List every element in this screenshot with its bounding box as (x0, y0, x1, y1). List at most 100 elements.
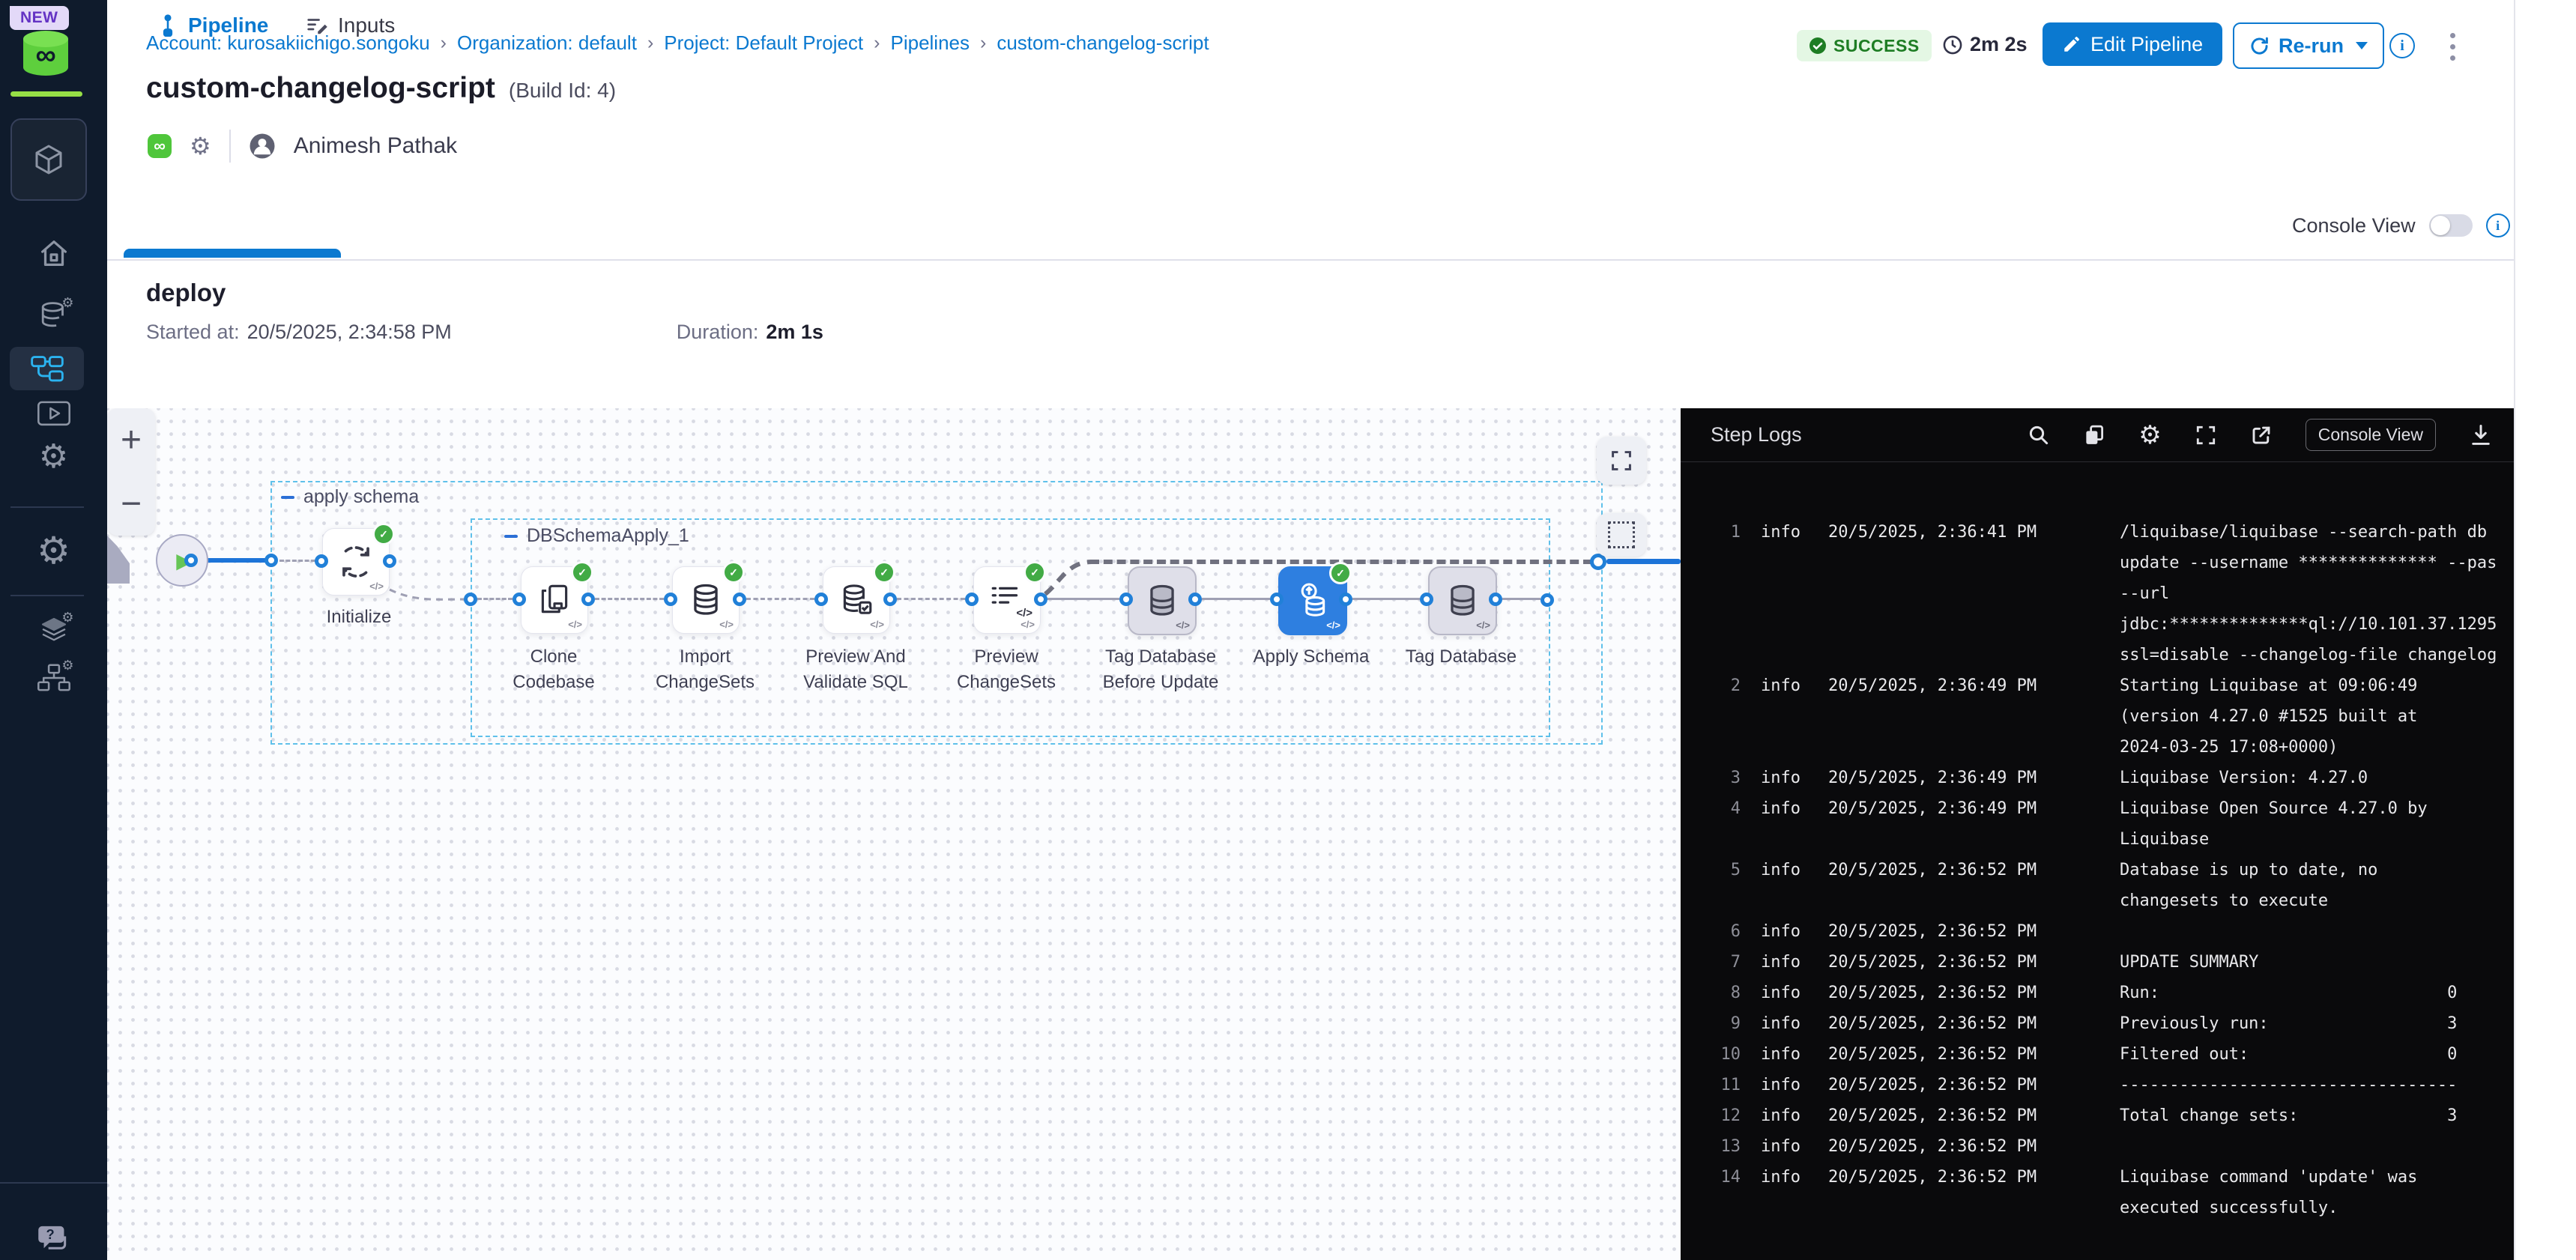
breadcrumb-separator: › (874, 32, 880, 54)
pipeline-tab-icon (157, 14, 178, 37)
node-label: Clone Codebase (483, 644, 625, 695)
status-text: SUCCESS (1833, 36, 1920, 56)
inputs-tab-icon (306, 14, 328, 37)
connector-dot (264, 554, 278, 567)
log-line: 7 info 20/5/2025, 2:36:52 PM UPDATE SUMM… (1681, 947, 2514, 978)
log-message: Previously run: 3 (2120, 1008, 2514, 1039)
zoom-in-button[interactable]: + (107, 408, 155, 472)
fullscreen-icon[interactable] (2195, 424, 2217, 446)
started-at-value: 20/5/2025, 2:34:58 PM (247, 321, 452, 344)
node-tag-database[interactable]: </> (1428, 566, 1497, 635)
log-level: info (1761, 947, 1813, 978)
play-icon: ▶ (109, 1241, 120, 1257)
new-badge: NEW (10, 6, 69, 30)
build-id: (Build Id: 4) (509, 79, 616, 102)
node-apply-schema-selected[interactable]: ✓ </> (1278, 566, 1347, 635)
breadcrumb-organization[interactable]: Organization: default (457, 31, 637, 55)
log-message: /liquibase/liquibase --search-path db up… (2120, 517, 2514, 670)
download-icon[interactable] (2469, 423, 2493, 447)
log-line-number: 5 (1681, 855, 1741, 885)
stage-start-node[interactable]: ▶ (156, 534, 208, 587)
console-view-button[interactable]: Console View (2306, 419, 2436, 451)
breadcrumb-project[interactable]: Project: Default Project (664, 31, 863, 55)
log-level: info (1761, 763, 1813, 793)
log-timestamp: 20/5/2025, 2:36:52 PM (1828, 1039, 2105, 1070)
log-line-number: 11 (1681, 1070, 1741, 1100)
infrastructure-network-icon[interactable]: ⚙ (0, 662, 107, 694)
node-clone-codebase[interactable]: ✓ </> (521, 566, 588, 634)
rerun-button[interactable]: Re-run (2233, 22, 2384, 69)
node-preview-validate-sql[interactable]: ✓ </> (823, 566, 890, 634)
search-icon[interactable] (2028, 424, 2050, 446)
breadcrumb-separator: › (441, 32, 447, 54)
info-icon[interactable]: i (2486, 213, 2510, 237)
pipelines-icon (31, 355, 64, 382)
gear-icon[interactable]: ⚙ (190, 132, 211, 160)
log-message: UPDATE SUMMARY (2120, 947, 2514, 978)
breadcrumb-current[interactable]: custom-changelog-script (997, 31, 1209, 55)
edit-pipeline-label: Edit Pipeline (2090, 33, 2203, 56)
node-preview-changesets[interactable]: </> ✓ </> (973, 566, 1041, 634)
log-timestamp: 20/5/2025, 2:36:52 PM (1828, 947, 2105, 978)
log-line-number: 1 (1681, 517, 1741, 548)
node-tag-database-before-update[interactable]: </> (1128, 566, 1197, 635)
log-message: Total change sets: 3 (2120, 1100, 2514, 1131)
breadcrumb-pipelines[interactable]: Pipelines (890, 31, 970, 55)
log-level: info (1761, 916, 1813, 947)
database-icon (1143, 582, 1181, 620)
triggers-cog-icon[interactable]: ⚙ (0, 440, 107, 473)
zoom-controls: + − (107, 408, 155, 536)
layers-settings-icon[interactable]: ⚙ (0, 614, 107, 646)
zoom-out-button[interactable]: − (107, 472, 155, 536)
settings-gear-icon[interactable]: ⚙ (0, 532, 107, 569)
log-level: info (1761, 517, 1813, 548)
log-settings-gear-icon[interactable]: ⚙ (2138, 422, 2161, 448)
connector-dot (1420, 593, 1433, 606)
help-chat-icon[interactable]: ? (0, 1224, 107, 1254)
author-name: Animesh Pathak (294, 133, 457, 159)
home-icon[interactable] (0, 236, 107, 270)
clock-icon (1942, 34, 1963, 55)
marquee-select-button[interactable] (1597, 513, 1646, 557)
connector-dot (883, 593, 897, 606)
cd-module-icon: ∞ (148, 134, 172, 158)
page-title: custom-changelog-script(Build Id: 4) (146, 72, 616, 105)
external-link-icon[interactable] (2250, 424, 2273, 446)
node-initialize[interactable]: ✓ </> (322, 528, 390, 596)
refresh-icon (2249, 36, 2270, 56)
tab-inputs[interactable]: Inputs (306, 13, 395, 37)
breadcrumb-separator: › (647, 32, 653, 54)
node-import-changesets[interactable]: ✓ </> (672, 566, 740, 634)
log-level: info (1761, 1131, 1813, 1162)
executions-icon[interactable] (0, 399, 107, 430)
copy-icon[interactable] (2083, 424, 2105, 446)
log-message: Liquibase Version: 4.27.0 (2120, 763, 2514, 793)
console-view-toggle[interactable] (2429, 214, 2473, 237)
kebab-menu-icon[interactable] (2447, 30, 2458, 64)
edit-pipeline-button[interactable]: Edit Pipeline (2043, 22, 2222, 66)
harness-db-devops-logo-icon[interactable]: ∞ (21, 30, 70, 76)
connector-dot (315, 554, 328, 568)
tab-pipeline[interactable]: Pipeline (157, 13, 268, 37)
sidebar-item-pipelines-active[interactable] (10, 347, 84, 390)
collapse-minus-icon[interactable] (281, 496, 294, 499)
connector-dot (1188, 593, 1202, 606)
status-badge: SUCCESS (1797, 30, 1932, 61)
database-check-icon (838, 581, 875, 619)
sync-icon (336, 542, 376, 582)
canvas-corner-handle[interactable]: ▶ (107, 536, 130, 584)
database-upload-icon (1293, 581, 1332, 620)
info-icon[interactable]: i (2389, 33, 2415, 58)
sidebar-divider (10, 506, 84, 508)
script-tag-icon: </> (1326, 620, 1340, 631)
log-timestamp: 20/5/2025, 2:36:41 PM (1828, 517, 2105, 548)
mini-gear-icon: ⚙ (61, 610, 73, 626)
fullscreen-canvas-button[interactable] (1597, 437, 1646, 485)
script-tag-icon: </> (1176, 620, 1190, 631)
database-settings-icon[interactable]: ⚙ (0, 300, 107, 334)
collapse-minus-icon[interactable] (504, 535, 518, 538)
module-selector-cube-icon[interactable] (10, 118, 87, 201)
divider (229, 130, 231, 163)
pipeline-canvas[interactable]: apply schema DBSchemaApply_1 ▶ ✓ </> Ini… (107, 408, 1681, 1260)
right-rail (2514, 0, 2576, 1260)
